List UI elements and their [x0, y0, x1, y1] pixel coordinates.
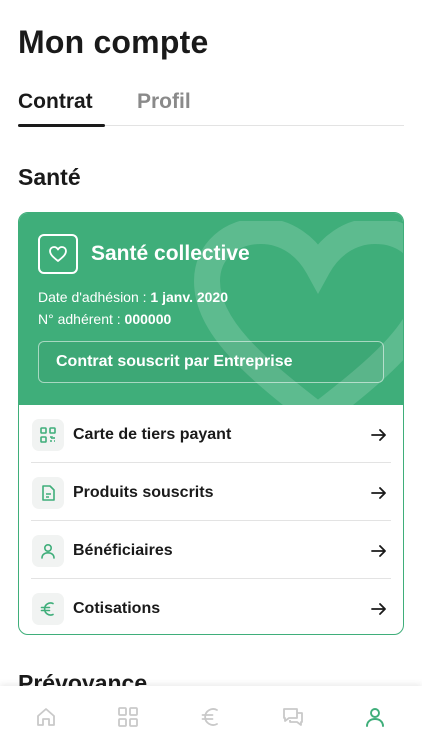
- profile-icon: [366, 708, 384, 727]
- list-item-label: Bénéficiaires: [73, 542, 173, 559]
- arrow-right-icon: [371, 429, 386, 441]
- chat-icon: [283, 708, 303, 726]
- list-item-cotisations[interactable]: Cotisations: [31, 580, 391, 634]
- adhesion-date-value: 1 janv. 2020: [150, 289, 228, 305]
- member-number-label: N° adhérent :: [38, 311, 125, 327]
- bottom-navigation: [0, 686, 422, 750]
- contract-subscriber-box: Contrat souscrit par Entreprise: [38, 341, 384, 383]
- euro-icon: [32, 593, 64, 625]
- home-icon: [37, 708, 55, 726]
- list-item-label: Produits souscrits: [73, 484, 214, 501]
- plan-name: Santé collective: [91, 242, 250, 265]
- adhesion-date-line: Date d'adhésion : 1 janv. 2020: [38, 289, 228, 305]
- member-number-value: 000000: [124, 311, 172, 327]
- list-item-label: Cotisations: [73, 600, 161, 617]
- heart-icon: [38, 234, 78, 274]
- nav-grid[interactable]: [115, 704, 141, 730]
- tab-bar: Contrat Profil: [18, 88, 404, 127]
- member-number-line: N° adhérent : 000000: [38, 311, 171, 327]
- list-item-tiers-payant[interactable]: Carte de tiers payant: [31, 406, 391, 464]
- arrow-right-icon: [371, 603, 386, 615]
- divider: [31, 462, 391, 463]
- tab-contrat[interactable]: Contrat: [18, 90, 93, 114]
- nav-home[interactable]: [33, 704, 59, 730]
- list-item-produits[interactable]: Produits souscrits: [31, 464, 391, 522]
- list-item-label: Carte de tiers payant: [73, 426, 232, 443]
- divider: [31, 578, 391, 579]
- qr-code-icon: [32, 419, 64, 451]
- health-contract-card: Santé collective Date d'adhésion : 1 jan…: [18, 212, 404, 635]
- grid-icon: [118, 707, 138, 727]
- arrow-right-icon: [371, 487, 386, 499]
- nav-messages[interactable]: [280, 704, 306, 730]
- divider: [31, 520, 391, 521]
- card-header: Santé collective Date d'adhésion : 1 jan…: [19, 213, 403, 405]
- tab-active-indicator: [18, 124, 105, 127]
- person-icon: [32, 535, 64, 567]
- document-icon: [32, 477, 64, 509]
- adhesion-date-label: Date d'adhésion :: [38, 289, 151, 305]
- nav-payments[interactable]: [198, 704, 224, 730]
- tab-profil[interactable]: Profil: [137, 90, 191, 114]
- section-title-sante: Santé: [18, 164, 81, 190]
- page-title: Mon compte: [18, 24, 209, 60]
- euro-icon: [201, 708, 218, 726]
- contract-subscriber-label: Contrat souscrit par Entreprise: [56, 353, 293, 370]
- arrow-right-icon: [371, 545, 386, 557]
- list-item-beneficiaires[interactable]: Bénéficiaires: [31, 522, 391, 580]
- nav-profile[interactable]: [362, 704, 388, 730]
